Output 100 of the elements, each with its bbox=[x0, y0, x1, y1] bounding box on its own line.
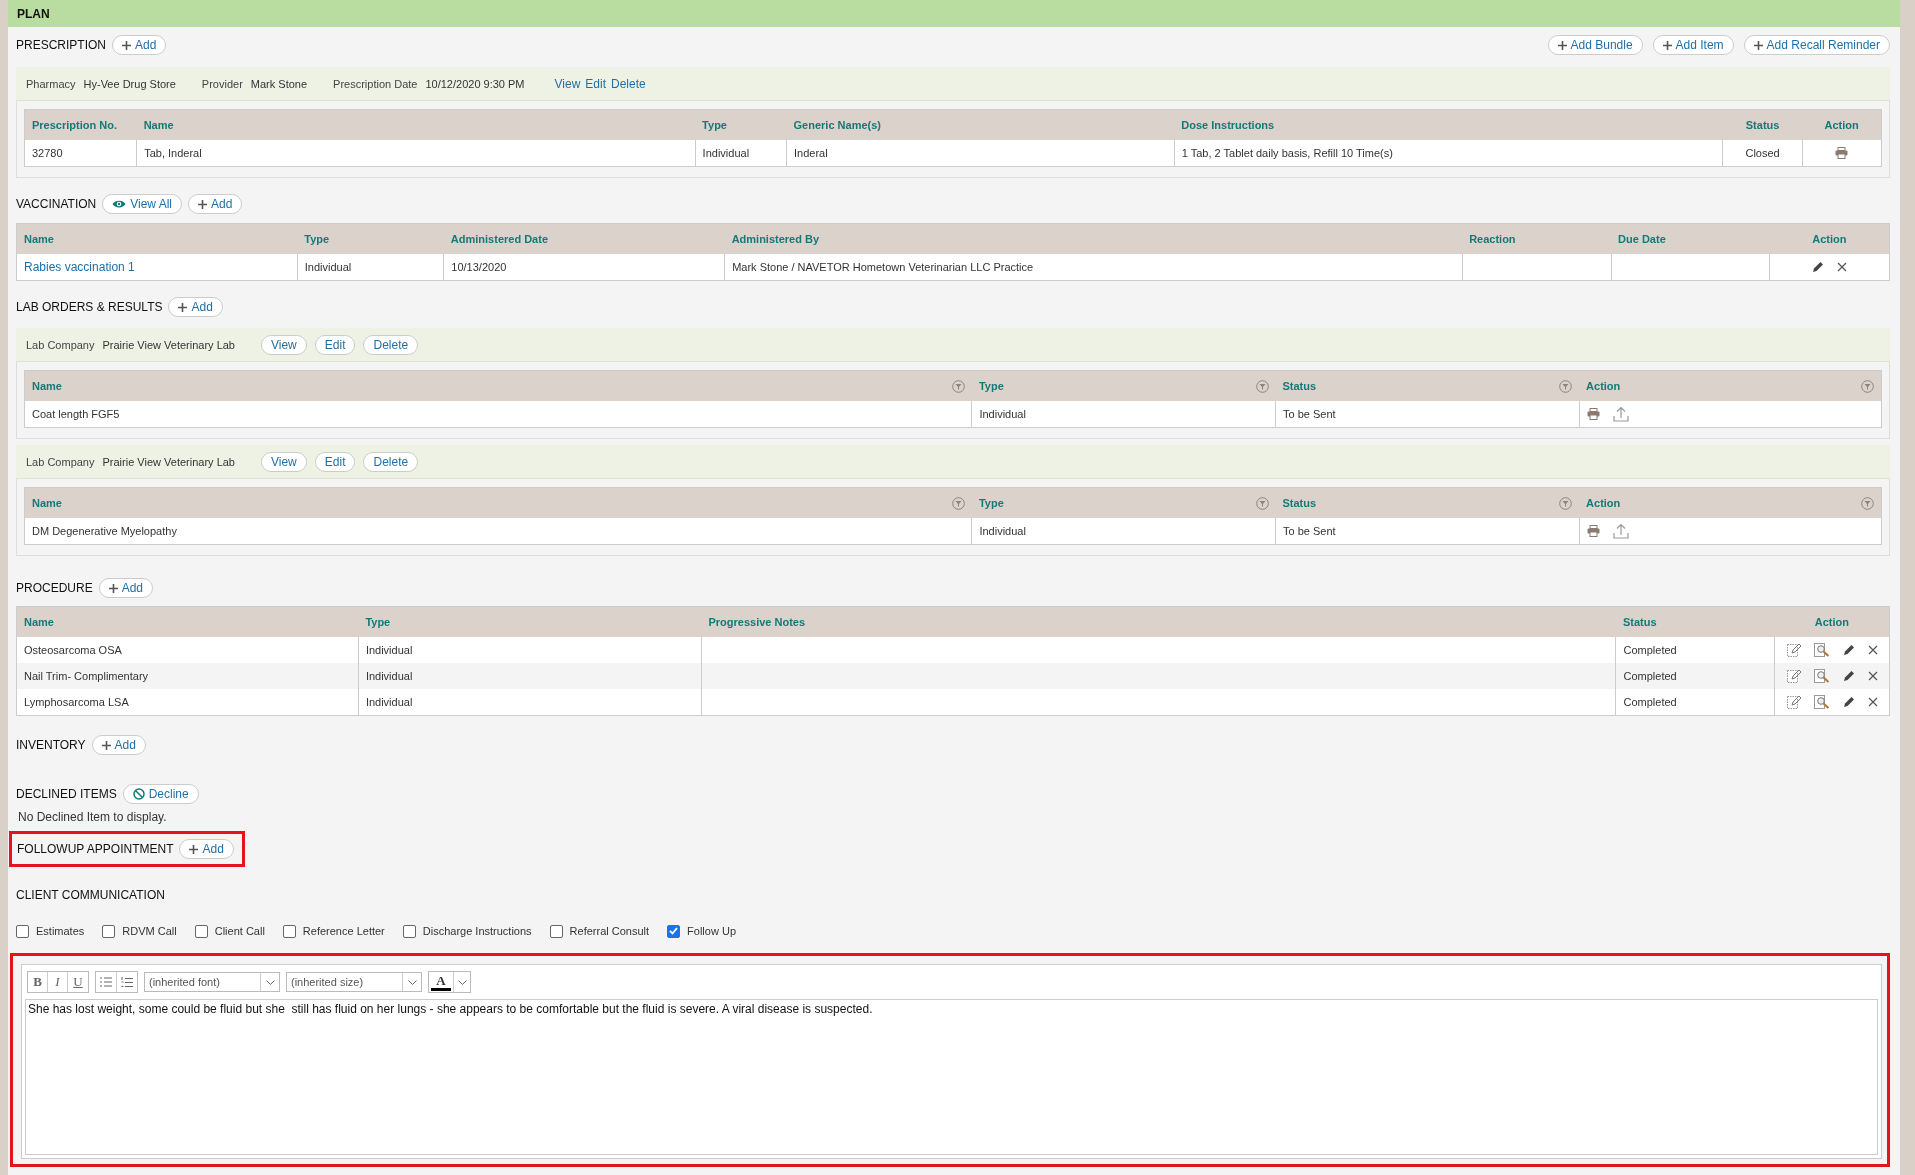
table-cell: Mark Stone / NAVETOR Hometown Veterinarian LLC Practice bbox=[724, 254, 1463, 281]
preview-icon[interactable] bbox=[1813, 642, 1830, 658]
column-header: Action bbox=[1769, 223, 1890, 254]
checkbox-label[interactable]: Estimates bbox=[36, 925, 85, 937]
section-title: INVENTORY bbox=[16, 738, 86, 752]
notes-icon[interactable] bbox=[1786, 643, 1801, 657]
upload-icon[interactable] bbox=[1612, 523, 1629, 539]
checkbox-label[interactable]: Follow Up bbox=[687, 925, 736, 937]
caret-icon[interactable] bbox=[457, 979, 467, 985]
field-value: Hy-Vee Drug Store bbox=[83, 77, 176, 90]
plus-icon bbox=[108, 583, 118, 593]
plus-icon bbox=[1557, 40, 1567, 50]
field-value: Prairie View Veterinary Lab bbox=[102, 455, 235, 468]
column-header: Type bbox=[297, 223, 444, 254]
lab-action-button[interactable]: Edit bbox=[314, 451, 356, 472]
checkbox[interactable] bbox=[16, 924, 29, 938]
filter-icon[interactable] bbox=[1255, 496, 1269, 510]
table-cell: Completed bbox=[1616, 689, 1775, 716]
column-header: Type bbox=[978, 380, 1004, 392]
checkbox-label[interactable]: Discharge Instructions bbox=[422, 925, 532, 937]
plus-icon bbox=[1753, 40, 1763, 50]
column-header: Action bbox=[1586, 380, 1621, 392]
vaccination-link[interactable]: Rabies vaccination 1 bbox=[24, 260, 135, 274]
preview-icon[interactable] bbox=[1813, 694, 1830, 710]
column-header: Generic Name(s) bbox=[786, 109, 1175, 140]
filter-icon[interactable] bbox=[1861, 496, 1874, 510]
lab-action-button[interactable]: View bbox=[261, 334, 307, 355]
column-header: Progressive Notes bbox=[701, 606, 1616, 637]
filter-icon[interactable] bbox=[951, 496, 965, 510]
add-button[interactable]: Add bbox=[98, 578, 154, 598]
lab-action-button[interactable]: Delete bbox=[363, 451, 419, 472]
table-cell: Coat length FGF5 bbox=[24, 401, 972, 428]
checkbox[interactable] bbox=[667, 924, 681, 938]
lab-action-button[interactable]: View bbox=[261, 451, 307, 472]
pencil-icon[interactable] bbox=[1842, 670, 1855, 682]
preview-icon[interactable] bbox=[1813, 668, 1830, 684]
add-button[interactable]: Add Recall Reminder bbox=[1743, 35, 1890, 55]
filter-icon[interactable] bbox=[1559, 379, 1573, 393]
filter-icon[interactable] bbox=[1559, 496, 1573, 510]
decline-button[interactable]: Decline bbox=[122, 784, 199, 804]
column-header: Action bbox=[1586, 497, 1621, 509]
pencil-icon[interactable] bbox=[1842, 644, 1855, 656]
column-header: Name bbox=[16, 606, 359, 637]
field-label: Prescription Date bbox=[333, 77, 418, 90]
record-link[interactable]: Delete bbox=[611, 76, 646, 91]
add-button[interactable]: Add bbox=[179, 839, 234, 859]
pencil-icon[interactable] bbox=[1842, 696, 1855, 708]
close-icon[interactable] bbox=[1867, 645, 1878, 655]
table-cell: Individual bbox=[971, 518, 1276, 545]
notes-icon[interactable] bbox=[1786, 669, 1801, 683]
field-value: 10/12/2020 9:30 PM bbox=[425, 77, 525, 90]
checkbox[interactable] bbox=[102, 924, 116, 938]
checkbox-label[interactable]: RDVM Call bbox=[122, 925, 177, 937]
filter-icon[interactable] bbox=[951, 379, 965, 393]
checkbox[interactable] bbox=[402, 924, 416, 938]
print-icon[interactable] bbox=[1586, 525, 1600, 537]
upload-icon[interactable] bbox=[1612, 406, 1629, 422]
column-header: Name bbox=[32, 380, 62, 392]
add-button[interactable]: Add bbox=[168, 297, 223, 317]
column-header: Type bbox=[978, 497, 1004, 509]
table-cell: To be Sent bbox=[1275, 518, 1580, 545]
ban-icon bbox=[132, 788, 145, 800]
lab-action-button[interactable]: Delete bbox=[363, 334, 419, 355]
checkbox[interactable] bbox=[549, 924, 563, 938]
notes-icon[interactable] bbox=[1786, 695, 1801, 709]
table-cell: Individual bbox=[971, 401, 1276, 428]
filter-icon[interactable] bbox=[1861, 379, 1874, 393]
record-link[interactable]: View bbox=[554, 76, 581, 91]
checkbox-label[interactable]: Referral Consult bbox=[569, 925, 650, 937]
close-icon[interactable] bbox=[1837, 262, 1848, 272]
column-header: Action bbox=[1802, 109, 1882, 140]
add-button[interactable]: Add bbox=[112, 35, 167, 55]
add-button[interactable]: Add bbox=[188, 194, 243, 214]
pencil-icon[interactable] bbox=[1812, 261, 1825, 273]
size-select[interactable]: (inherited size) bbox=[286, 972, 422, 992]
print-icon[interactable] bbox=[1586, 408, 1600, 420]
numbered-list-icon[interactable] bbox=[121, 976, 133, 988]
view-all-button[interactable]: View All bbox=[102, 194, 183, 214]
field-label: Lab Company bbox=[26, 338, 95, 351]
print-icon[interactable] bbox=[1835, 147, 1849, 159]
notes-field[interactable]: She has lost weight, some could be fluid but she still has fluid on her lungs - she appears to be comfortable but the fluid is severe. A viral disease is suspected. bbox=[25, 999, 1878, 1155]
close-icon[interactable] bbox=[1867, 697, 1878, 707]
lab-action-button[interactable]: Edit bbox=[314, 334, 356, 355]
checkbox-label[interactable]: Reference Letter bbox=[302, 925, 385, 937]
add-button[interactable]: Add Bundle bbox=[1547, 35, 1643, 55]
record-link[interactable]: Edit bbox=[585, 76, 606, 91]
add-button[interactable]: Add Item bbox=[1652, 35, 1734, 55]
field-value: Prairie View Veterinary Lab bbox=[102, 338, 235, 351]
add-button[interactable]: Add bbox=[91, 735, 146, 755]
font-select[interactable]: (inherited font) bbox=[144, 972, 280, 992]
close-icon[interactable] bbox=[1867, 671, 1878, 681]
checkbox[interactable] bbox=[282, 924, 296, 938]
checkbox[interactable] bbox=[194, 924, 208, 938]
column-header: Action bbox=[1774, 606, 1890, 637]
filter-icon[interactable] bbox=[1255, 379, 1269, 393]
field-label: Lab Company bbox=[26, 455, 95, 468]
checkbox-label[interactable]: Client Call bbox=[214, 925, 265, 937]
column-header: Name bbox=[16, 223, 298, 254]
plus-icon bbox=[1662, 40, 1672, 50]
column-header: Reaction bbox=[1462, 223, 1612, 254]
